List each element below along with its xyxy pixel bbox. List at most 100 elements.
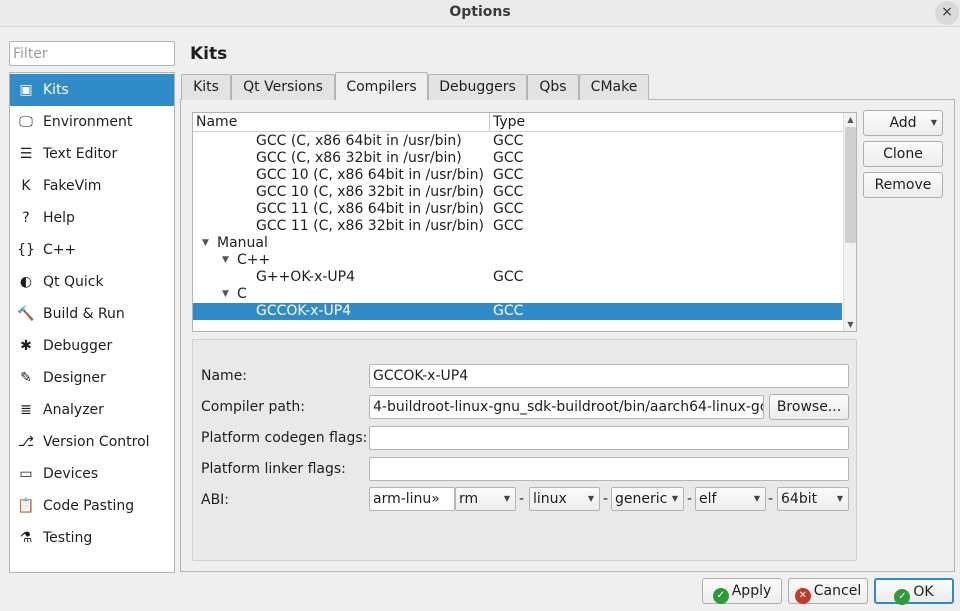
tab-compilers[interactable]: Compilers (335, 72, 428, 100)
sidebar-item-kits[interactable]: ▣ Kits (10, 74, 174, 106)
tree-row-name: G++OK-x-UP4 (256, 269, 356, 285)
cancel-label: Cancel (813, 583, 862, 599)
sidebar-item-testing[interactable]: ⚗ Testing (10, 522, 174, 554)
page-title: Kits (190, 44, 228, 64)
browse-button[interactable]: Browse... (769, 394, 849, 420)
abi-flavor-value: generic (615, 491, 668, 507)
scroll-up-icon[interactable]: ▲ (844, 113, 856, 126)
abi-format-combo[interactable]: elf ▼ (695, 487, 766, 511)
codegen-flags-field[interactable] (369, 426, 849, 450)
abi-preset-combo[interactable]: arm-linu» (369, 487, 455, 511)
sidebar-item-build-run[interactable]: 🔨 Build & Run (10, 298, 174, 330)
sidebar-item-devices[interactable]: ▭ Devices (10, 458, 174, 490)
column-header-type[interactable]: Type (493, 114, 525, 130)
kits-icon: ▣ (19, 82, 33, 98)
compiler-path-field[interactable]: 4-buildroot-linux-gnu_sdk-buildroot/bin/… (369, 395, 764, 419)
expand-arrow-icon[interactable]: ▼ (222, 286, 229, 303)
tree-row[interactable]: GCC 10 (C, x86 64bit in /usr/bin) GCC (193, 167, 842, 184)
sidebar-item-environment[interactable]: 🖵 Environment (10, 106, 174, 138)
sidebar-item-help[interactable]: ? Help (10, 202, 174, 234)
compiler-details-panel: Name: GCCOK-x-UP4 Compiler path: 4-build… (192, 339, 857, 561)
tree-row-name: GCCOK-x-UP4 (256, 303, 352, 319)
sidebar-item-label: Qt Quick (43, 274, 104, 290)
tree-row[interactable]: GCC 10 (C, x86 32bit in /usr/bin) GCC (193, 184, 842, 201)
category-sidebar: ▣ Kits 🖵 Environment ☰ Text Editor K FakeVim? He… (9, 72, 175, 573)
abi-os-combo[interactable]: linux ▼ (529, 487, 600, 511)
sidebar-item-c[interactable]: {} C++ (10, 234, 174, 266)
tree-row-name: GCC 10 (C, x86 32bit in /usr/bin) (256, 184, 485, 200)
sidebar-item-label: Designer (43, 370, 106, 386)
tree-row-name: GCC 11 (C, x86 32bit in /usr/bin) (256, 218, 485, 234)
sidebar-item-code-pasting[interactable]: 📋 Code Pasting (10, 490, 174, 522)
vertical-scrollbar[interactable]: ▲ ▼ (843, 113, 856, 331)
expand-arrow-icon[interactable]: ▼ (222, 252, 229, 269)
hammer-icon: 🔨 (17, 306, 35, 322)
tab-debuggers[interactable]: Debuggers (428, 74, 527, 100)
cpp-icon: {} (17, 242, 35, 258)
expand-arrow-icon[interactable]: ▼ (202, 235, 209, 252)
tree-row[interactable]: GCCOK-x-UP4 GCC (193, 303, 842, 320)
cancel-icon: ✕ (794, 588, 811, 604)
tree-row[interactable]: GCC (C, x86 32bit in /usr/bin) GCC (193, 150, 842, 167)
abi-width-combo[interactable]: 64bit ▼ (777, 487, 849, 511)
tree-row[interactable]: ▼ Manual (193, 235, 842, 252)
abi-width-value: 64bit (781, 491, 818, 507)
tree-row[interactable]: ▼ C++ (193, 252, 842, 269)
cancel-button[interactable]: ✕ Cancel (788, 578, 868, 604)
tree-row[interactable]: GCC 11 (C, x86 64bit in /usr/bin) GCC (193, 201, 842, 218)
sidebar-item-analyzer[interactable]: ≣ Analyzer (10, 394, 174, 426)
sidebar-item-designer[interactable]: ✎ Designer (10, 362, 174, 394)
tree-row[interactable]: ▼ C (193, 286, 842, 303)
pencil-icon: ✎ (20, 370, 32, 386)
abi-flavor-combo[interactable]: generic ▼ (611, 487, 684, 511)
add-button[interactable]: Add ▼ (863, 110, 943, 136)
sidebar-item-fakevim[interactable]: K FakeVim (10, 170, 174, 202)
scroll-handle[interactable] (845, 127, 856, 243)
tab-cmake[interactable]: CMake (579, 74, 649, 100)
tree-row-type: GCC (493, 218, 524, 234)
tree-row-type: GCC (493, 184, 524, 200)
ok-button[interactable]: ✓ OK (874, 578, 954, 605)
sidebar-item-label: Environment (43, 114, 133, 130)
tree-row-type: GCC (493, 201, 524, 217)
tab-qt-versions[interactable]: Qt Versions (231, 74, 335, 100)
tree-row[interactable]: G++OK-x-UP4 GCC (193, 269, 842, 286)
sidebar-item-version-control[interactable]: ⎇ Version Control (10, 426, 174, 458)
column-header-name[interactable]: Name (196, 114, 237, 130)
tree-row[interactable]: GCC 11 (C, x86 32bit in /usr/bin) GCC (193, 218, 842, 235)
analyzer-icon: ≣ (20, 402, 32, 418)
remove-button[interactable]: Remove (863, 172, 943, 198)
chevron-down-icon: ▼ (503, 494, 510, 503)
abi-separator: - (603, 491, 609, 507)
tab-kits[interactable]: Kits (181, 74, 231, 100)
clone-button[interactable]: Clone (863, 141, 943, 167)
compiler-tree[interactable]: Name Type GCC (C, x86 64bit in /usr/bin)… (192, 112, 857, 332)
linker-flags-field[interactable] (369, 457, 849, 481)
tree-row-name: C++ (237, 252, 271, 268)
help-icon: ? (22, 210, 30, 226)
close-icon[interactable]: × (935, 1, 959, 25)
chevron-down-icon: ▼ (836, 494, 843, 503)
add-button-label: Add (889, 115, 917, 131)
chevron-down-icon: ▼ (753, 494, 760, 503)
scroll-down-icon[interactable]: ▼ (844, 318, 856, 331)
codegen-flags-label: Platform codegen flags: (201, 430, 368, 446)
filter-input[interactable] (9, 41, 175, 66)
text-editor-icon: ☰ (19, 146, 33, 162)
sidebar-item-label: Code Pasting (43, 498, 135, 514)
sidebar-item-debugger[interactable]: ✱ Debugger (10, 330, 174, 362)
sidebar-item-label: Kits (43, 82, 69, 98)
sidebar-item-qt-quick[interactable]: ◐ Qt Quick (10, 266, 174, 298)
sidebar-item-label: Help (43, 210, 75, 226)
compiler-path-label: Compiler path: (201, 399, 306, 415)
tree-row-name: C (237, 286, 247, 302)
name-field[interactable]: GCCOK-x-UP4 (369, 364, 849, 388)
tab-qbs[interactable]: Qbs (527, 74, 579, 100)
abi-separator: - (687, 491, 693, 507)
sidebar-item-text-editor[interactable]: ☰ Text Editor (10, 138, 174, 170)
apply-button[interactable]: ✓ Apply (702, 578, 782, 604)
sidebar-item-label: Text Editor (43, 146, 118, 162)
tree-row[interactable]: GCC (C, x86 64bit in /usr/bin) GCC (193, 133, 842, 150)
abi-architecture-combo[interactable]: rm ▼ (455, 487, 516, 511)
sidebar-item-label: Devices (43, 466, 99, 482)
